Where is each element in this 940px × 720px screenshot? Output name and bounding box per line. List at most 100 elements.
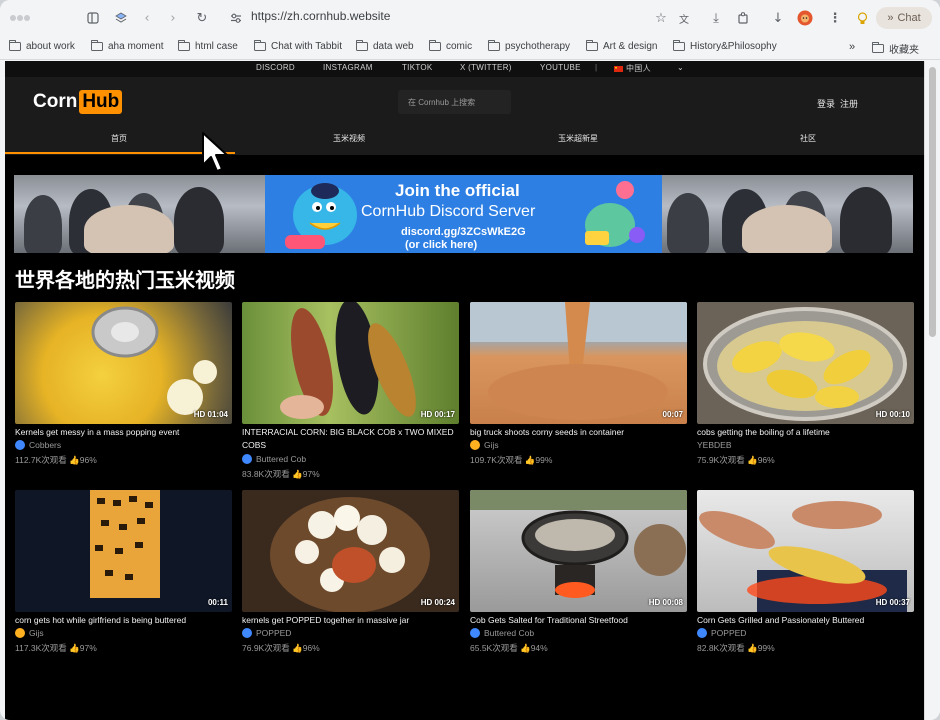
bookmark-label: about work bbox=[26, 41, 75, 52]
social-link-discord[interactable]: DISCORD bbox=[256, 63, 295, 72]
social-link-youtube[interactable]: YOUTUBE bbox=[540, 63, 581, 72]
address-bar[interactable]: https://zh.cornhub.website bbox=[251, 9, 390, 23]
chevron-double-icon: » bbox=[887, 12, 894, 24]
bookmark-aha-moment[interactable]: aha moment bbox=[91, 40, 164, 52]
page-scrollbar[interactable] bbox=[924, 61, 940, 720]
thumbs-up-icon: 👍 bbox=[747, 643, 758, 653]
downloads-icon[interactable]: ↓ bbox=[767, 7, 789, 29]
social-link-tiktok[interactable]: TIKTOK bbox=[402, 63, 433, 72]
download-tray-icon[interactable]: ⤓ bbox=[705, 7, 727, 29]
video-title[interactable]: kernels get POPPED together in massive j… bbox=[242, 614, 459, 627]
layers-icon[interactable] bbox=[110, 7, 132, 29]
banner-heading: Join the official bbox=[395, 181, 520, 200]
bookmark-label: Chat with Tabbit bbox=[271, 41, 342, 52]
nav-community[interactable]: 社区 bbox=[800, 133, 816, 144]
thumbnail-art bbox=[470, 490, 687, 598]
video-channel[interactable]: Gijs bbox=[470, 440, 499, 450]
video-duration: 00:11 bbox=[207, 598, 228, 607]
bookmark-html-case[interactable]: html case bbox=[178, 40, 238, 52]
bookmark-about-work[interactable]: about work bbox=[9, 40, 75, 52]
register-link[interactable]: 注册 bbox=[840, 97, 858, 110]
video-thumbnail[interactable]: HD 00:17 bbox=[242, 302, 459, 424]
video-thumbnail[interactable]: 00:11 bbox=[15, 490, 232, 612]
bookmark-data-web[interactable]: data web bbox=[356, 40, 414, 52]
chat-button[interactable]: » Chat bbox=[876, 7, 932, 29]
video-title[interactable]: Cob Gets Salted for Traditional Streetfo… bbox=[470, 614, 687, 627]
channel-name: POPPED bbox=[256, 628, 292, 638]
nav-home[interactable]: 首页 bbox=[111, 133, 127, 144]
video-thumbnail[interactable]: HD 00:10 bbox=[697, 302, 914, 424]
bookmarks-overflow-button[interactable]: » bbox=[849, 41, 855, 53]
video-stats: 82.8K次观看 👍99% bbox=[697, 642, 775, 654]
discord-banner[interactable]: Join the official CornHub Discord Server… bbox=[14, 175, 913, 253]
channel-name: Buttered Cob bbox=[256, 454, 307, 464]
star-icon[interactable]: ☆ bbox=[650, 7, 672, 29]
video-title[interactable]: Corn Gets Grilled and Passionately Butte… bbox=[697, 614, 914, 627]
video-duration: HD 01:04 bbox=[193, 410, 228, 419]
web-page: DISCORD INSTAGRAM TIKTOK X (TWITTER) YOU… bbox=[5, 61, 924, 720]
rating: 94% bbox=[530, 643, 548, 653]
video-thumbnail[interactable]: HD 00:24 bbox=[242, 490, 459, 612]
nav-corn-videos[interactable]: 玉米视频 bbox=[333, 133, 365, 144]
back-arrow-icon[interactable]: ‹ bbox=[136, 7, 158, 29]
thumbnail-art bbox=[703, 307, 907, 421]
separator: | bbox=[595, 63, 598, 72]
search-input[interactable]: 在 Cornhub 上搜索 bbox=[398, 90, 511, 114]
thumbnail-art bbox=[280, 302, 416, 419]
video-title[interactable]: Kernels get messy in a mass popping even… bbox=[15, 426, 232, 439]
rating: 96% bbox=[757, 455, 775, 465]
profile-avatar-icon[interactable] bbox=[794, 7, 816, 29]
video-thumbnail[interactable]: HD 01:04 bbox=[15, 302, 232, 424]
video-channel[interactable]: YEBDEB bbox=[697, 440, 732, 450]
nav-corn-supernova[interactable]: 玉米超新星 bbox=[558, 133, 598, 144]
video-stats: 109.7K次观看 👍99% bbox=[470, 454, 552, 466]
video-channel[interactable]: Cobbers bbox=[15, 440, 61, 450]
bookmark-psychotherapy[interactable]: psychotherapy bbox=[488, 40, 571, 52]
scroll-thumb[interactable] bbox=[929, 67, 936, 337]
extensions-icon[interactable] bbox=[732, 7, 754, 29]
rating: 99% bbox=[535, 455, 553, 465]
video-channel[interactable]: POPPED bbox=[697, 628, 746, 638]
bookmark-label: html case bbox=[195, 41, 238, 52]
bookmark-art-design[interactable]: Art & design bbox=[586, 40, 657, 52]
language-selector[interactable]: 中国人 bbox=[614, 63, 651, 74]
forward-arrow-icon[interactable]: › bbox=[162, 7, 184, 29]
video-channel[interactable]: Buttered Cob bbox=[470, 628, 534, 638]
video-channel[interactable]: Buttered Cob bbox=[242, 454, 306, 464]
view-count: 112.7K次观看 bbox=[15, 455, 67, 465]
video-thumbnail[interactable]: HD 00:37 bbox=[697, 490, 914, 612]
chevron-down-icon[interactable]: ⌄ bbox=[677, 63, 684, 72]
menu-dots-icon[interactable]: ⋮ bbox=[824, 7, 846, 29]
bookmark-history-philosophy[interactable]: History&Philosophy bbox=[673, 40, 777, 52]
bookmark-label: comic bbox=[446, 41, 473, 52]
video-title[interactable]: big truck shoots corny seeds in containe… bbox=[470, 426, 687, 439]
video-channel[interactable]: POPPED bbox=[242, 628, 291, 638]
reload-icon[interactable]: ↻ bbox=[191, 7, 213, 29]
video-thumbnail[interactable]: 00:07 bbox=[470, 302, 687, 424]
verified-badge-icon bbox=[15, 440, 25, 450]
video-channel[interactable]: Gijs bbox=[15, 628, 44, 638]
video-thumbnail[interactable]: HD 00:08 bbox=[470, 490, 687, 612]
verified-badge-icon bbox=[242, 454, 252, 464]
rating: 97% bbox=[302, 469, 320, 479]
login-link[interactable]: 登录 bbox=[817, 97, 835, 110]
video-title[interactable]: INTERRACIAL CORN: BIG BLACK COB x TWO MI… bbox=[242, 426, 459, 452]
video-stats: 83.8K次观看 👍97% bbox=[242, 468, 320, 480]
site-logo[interactable]: Corn Hub bbox=[33, 90, 123, 114]
site-settings-icon[interactable] bbox=[225, 7, 247, 29]
translate-icon[interactable]: 文 bbox=[673, 7, 695, 29]
social-link-instagram[interactable]: INSTAGRAM bbox=[323, 63, 373, 72]
bookmark-chat-with-tabbit[interactable]: Chat with Tabbit bbox=[254, 40, 342, 52]
sidebar-toggle-icon[interactable] bbox=[82, 7, 104, 29]
bookmark-comic[interactable]: comic bbox=[429, 40, 473, 52]
social-link-x[interactable]: X (TWITTER) bbox=[460, 63, 512, 72]
auth-links: 登录 注册 bbox=[817, 97, 858, 110]
bookmark-favorites[interactable]: 收藏夹 bbox=[872, 41, 919, 56]
view-count: 83.8K次观看 bbox=[242, 469, 290, 479]
lightbulb-icon[interactable] bbox=[851, 7, 873, 29]
video-title[interactable]: cobs getting the boiling of a lifetime bbox=[697, 426, 914, 439]
bookmark-label: psychotherapy bbox=[505, 41, 571, 52]
thumbs-up-icon: 👍 bbox=[292, 469, 303, 479]
video-title[interactable]: corn gets hot while girlfriend is being … bbox=[15, 614, 232, 627]
video-duration: HD 00:10 bbox=[875, 410, 910, 419]
